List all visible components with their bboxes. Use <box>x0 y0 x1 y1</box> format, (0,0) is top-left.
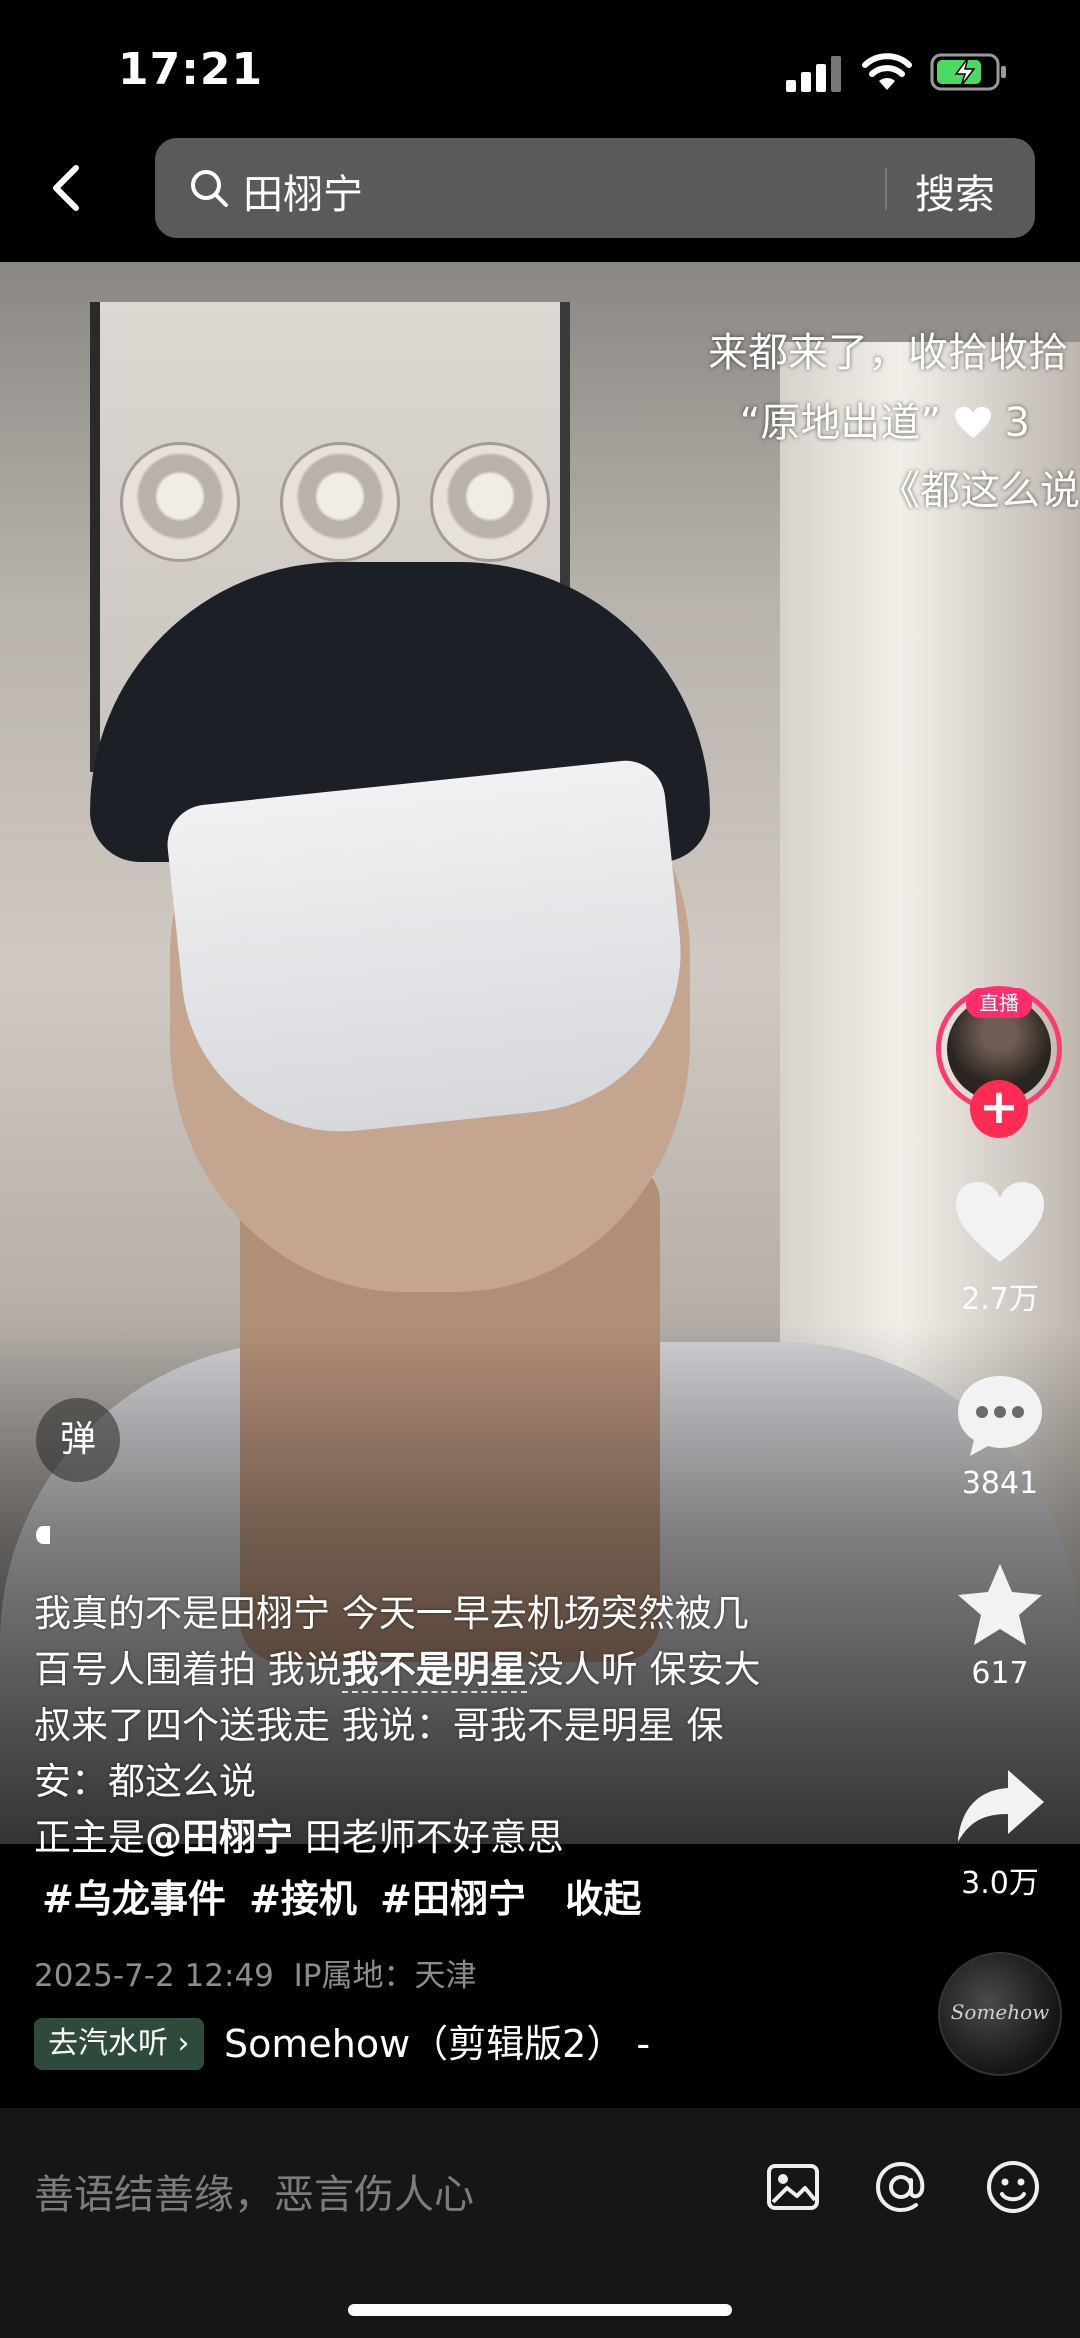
music-disc[interactable]: Somehow <box>938 1952 1062 2076</box>
share-arrow-icon <box>958 1770 1044 1842</box>
video-caption: 我真的不是田栩宁 今天一早去机场突然被几 百号人围着拍 我说我不是明星没人听 保… <box>34 1586 864 1866</box>
post-meta: 2025-7-2 12:49 IP属地：天津 <box>34 1950 476 1995</box>
comment-input[interactable]: 善语结善缘，恶言伤人心 <box>34 2162 474 2220</box>
air-vent <box>280 442 400 562</box>
hashtag-link[interactable]: #乌龙事件 <box>42 1877 226 1921</box>
share-button[interactable]: 3.0万 <box>940 1762 1060 1902</box>
search-query-text: 田栩宁 <box>243 172 363 218</box>
danmaku-comment: 《都这么说 <box>880 458 1080 516</box>
favorite-button[interactable]: 617 <box>940 1560 1060 1691</box>
like-button[interactable]: 2.7万 <box>940 1178 1060 1318</box>
air-vent <box>430 442 550 562</box>
battery-charging-icon <box>930 53 1006 91</box>
favorite-count: 617 <box>971 1656 1029 1691</box>
star-icon <box>958 1564 1042 1645</box>
wifi-icon <box>862 53 912 90</box>
caption-text: 田老师不好意思 <box>293 1816 564 1859</box>
image-icon[interactable] <box>764 2158 822 2216</box>
loading-indicator <box>36 1526 50 1544</box>
danmaku-text: 《都这么说 <box>880 468 1080 514</box>
open-in-music-app-button[interactable]: 去汽水听 › <box>34 2018 204 2070</box>
caption-text: 没人听 保安大 <box>526 1648 761 1691</box>
caption-line: 正主是@田栩宁 田老师不好意思 <box>34 1810 864 1866</box>
hashtag-row: #乌龙事件 #接机 #田栩宁 收起 <box>42 1868 651 1923</box>
at-mention-icon[interactable] <box>872 2158 930 2216</box>
search-icon <box>191 170 228 207</box>
caption-text: 正主是 <box>34 1816 145 1859</box>
search-divider <box>885 168 887 210</box>
post-date: 2025-7-2 12:49 <box>34 1958 274 1994</box>
danmaku-comment: “原地出道” 3 <box>740 390 1030 448</box>
signal-icon <box>786 56 841 92</box>
search-input[interactable]: 田栩宁 搜索 <box>155 138 1035 238</box>
live-badge: 直播 <box>966 988 1032 1018</box>
comment-button[interactable]: 3841 <box>940 1370 1060 1501</box>
caption-line: 安：都这么说 <box>34 1760 256 1803</box>
danmaku-like-count: 3 <box>1004 400 1030 446</box>
caption-text: 百号人围着拍 我说 <box>34 1648 342 1691</box>
heart-icon <box>954 407 991 438</box>
home-indicator[interactable] <box>348 2304 732 2316</box>
music-title[interactable]: Somehow（剪辑版2） - <box>224 2018 650 2070</box>
status-time: 17:21 <box>118 44 264 95</box>
hashtag-link[interactable]: #田栩宁 <box>380 1877 526 1921</box>
comment-bar: 善语结善缘，恶言伤人心 <box>0 2108 1080 2338</box>
like-count: 2.7万 <box>961 1282 1039 1317</box>
danmaku-comment: 来都来了，收拾收拾 <box>708 320 1068 378</box>
hashtag-link[interactable]: #接机 <box>249 1877 357 1921</box>
emoji-icon[interactable] <box>984 2158 1042 2216</box>
search-keyword-link[interactable]: 我不是明星 <box>341 1648 527 1693</box>
caption-line: 百号人围着拍 我说我不是明星没人听 保安大 <box>34 1642 864 1698</box>
heart-icon <box>956 1182 1044 1262</box>
music-disc-label: Somehow <box>950 2000 1050 2024</box>
comment-count: 3841 <box>961 1466 1039 1501</box>
danmu-toggle-button[interactable]: 弹 <box>36 1398 120 1482</box>
back-button[interactable] <box>40 160 96 216</box>
danmaku-text: 来都来了，收拾收拾 <box>708 330 1068 376</box>
share-count: 3.0万 <box>961 1866 1039 1901</box>
comment-bubble-icon <box>958 1376 1042 1456</box>
caption-line: 叔来了四个送我走 我说：哥我不是明星 保 <box>34 1704 724 1747</box>
search-button[interactable]: 搜索 <box>915 162 995 220</box>
caption-line: 我真的不是田栩宁 今天一早去机场突然被几 <box>34 1592 749 1635</box>
follow-button[interactable]: + <box>970 1080 1028 1138</box>
air-vent <box>120 442 240 562</box>
collapse-button[interactable]: 收起 <box>565 1877 641 1921</box>
status-bar: 17:21 <box>0 0 1080 140</box>
ip-location: IP属地：天津 <box>293 1958 477 1994</box>
danmaku-text: “原地出道” <box>739 400 942 446</box>
mention-link[interactable]: @田栩宁 <box>145 1816 293 1859</box>
